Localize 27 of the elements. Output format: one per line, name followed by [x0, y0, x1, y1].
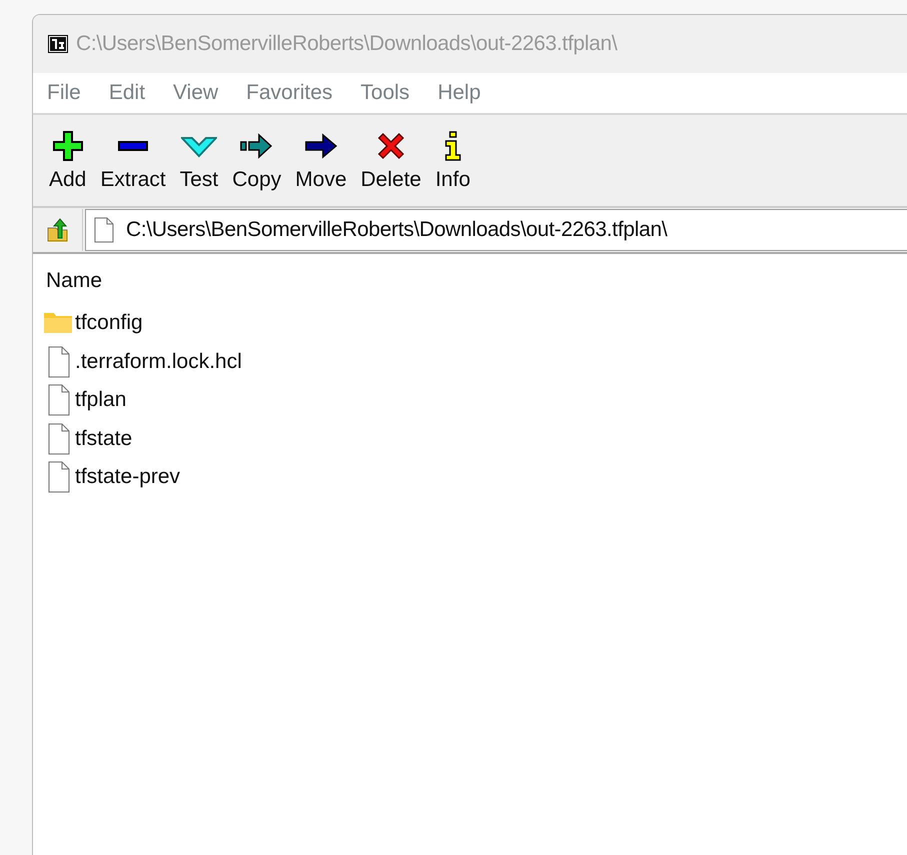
- folder-icon: [43, 312, 73, 334]
- menu-item[interactable]: Edit: [108, 81, 146, 105]
- toolbar-move-button[interactable]: Move: [289, 126, 353, 196]
- file-name[interactable]: tfplan: [75, 388, 126, 412]
- menu-item[interactable]: Tools: [360, 81, 410, 105]
- window-title: C:\Users\BenSomervilleRoberts\Downloads\out-2263.tfplan\: [76, 32, 618, 56]
- menu-item[interactable]: Favorites: [246, 81, 333, 105]
- toolbar-delete-button[interactable]: Delete: [354, 126, 428, 196]
- folder-up-icon: [46, 218, 68, 242]
- menu-item[interactable]: File: [47, 81, 81, 105]
- toolbar-copy-button[interactable]: Copy: [226, 126, 288, 196]
- file-name[interactable]: tfconfig: [75, 311, 143, 336]
- column-header[interactable]: Name: [43, 269, 102, 293]
- minus-icon: [118, 140, 148, 150]
- plus-icon: [52, 130, 84, 162]
- menu-item[interactable]: View: [173, 81, 218, 105]
- toolbar-info-button[interactable]: Info: [429, 126, 476, 196]
- file-icon: [94, 217, 114, 243]
- file-name[interactable]: tfstate-prev: [75, 465, 180, 490]
- toolbar-add-button[interactable]: Add: [43, 126, 92, 196]
- file-name[interactable]: .terraform.lock.hcl: [75, 350, 242, 374]
- app-logo-icon: [48, 35, 68, 53]
- toolbar-extract-button[interactable]: Extract: [94, 126, 172, 196]
- menu-item[interactable]: Help: [438, 81, 481, 105]
- file-name[interactable]: tfstate: [75, 426, 132, 451]
- toolbar-test-button[interactable]: Test: [174, 126, 224, 196]
- address-field[interactable]: C:\Users\BenSomervilleRoberts\Downloads\out-2263.tfplan\: [85, 209, 907, 251]
